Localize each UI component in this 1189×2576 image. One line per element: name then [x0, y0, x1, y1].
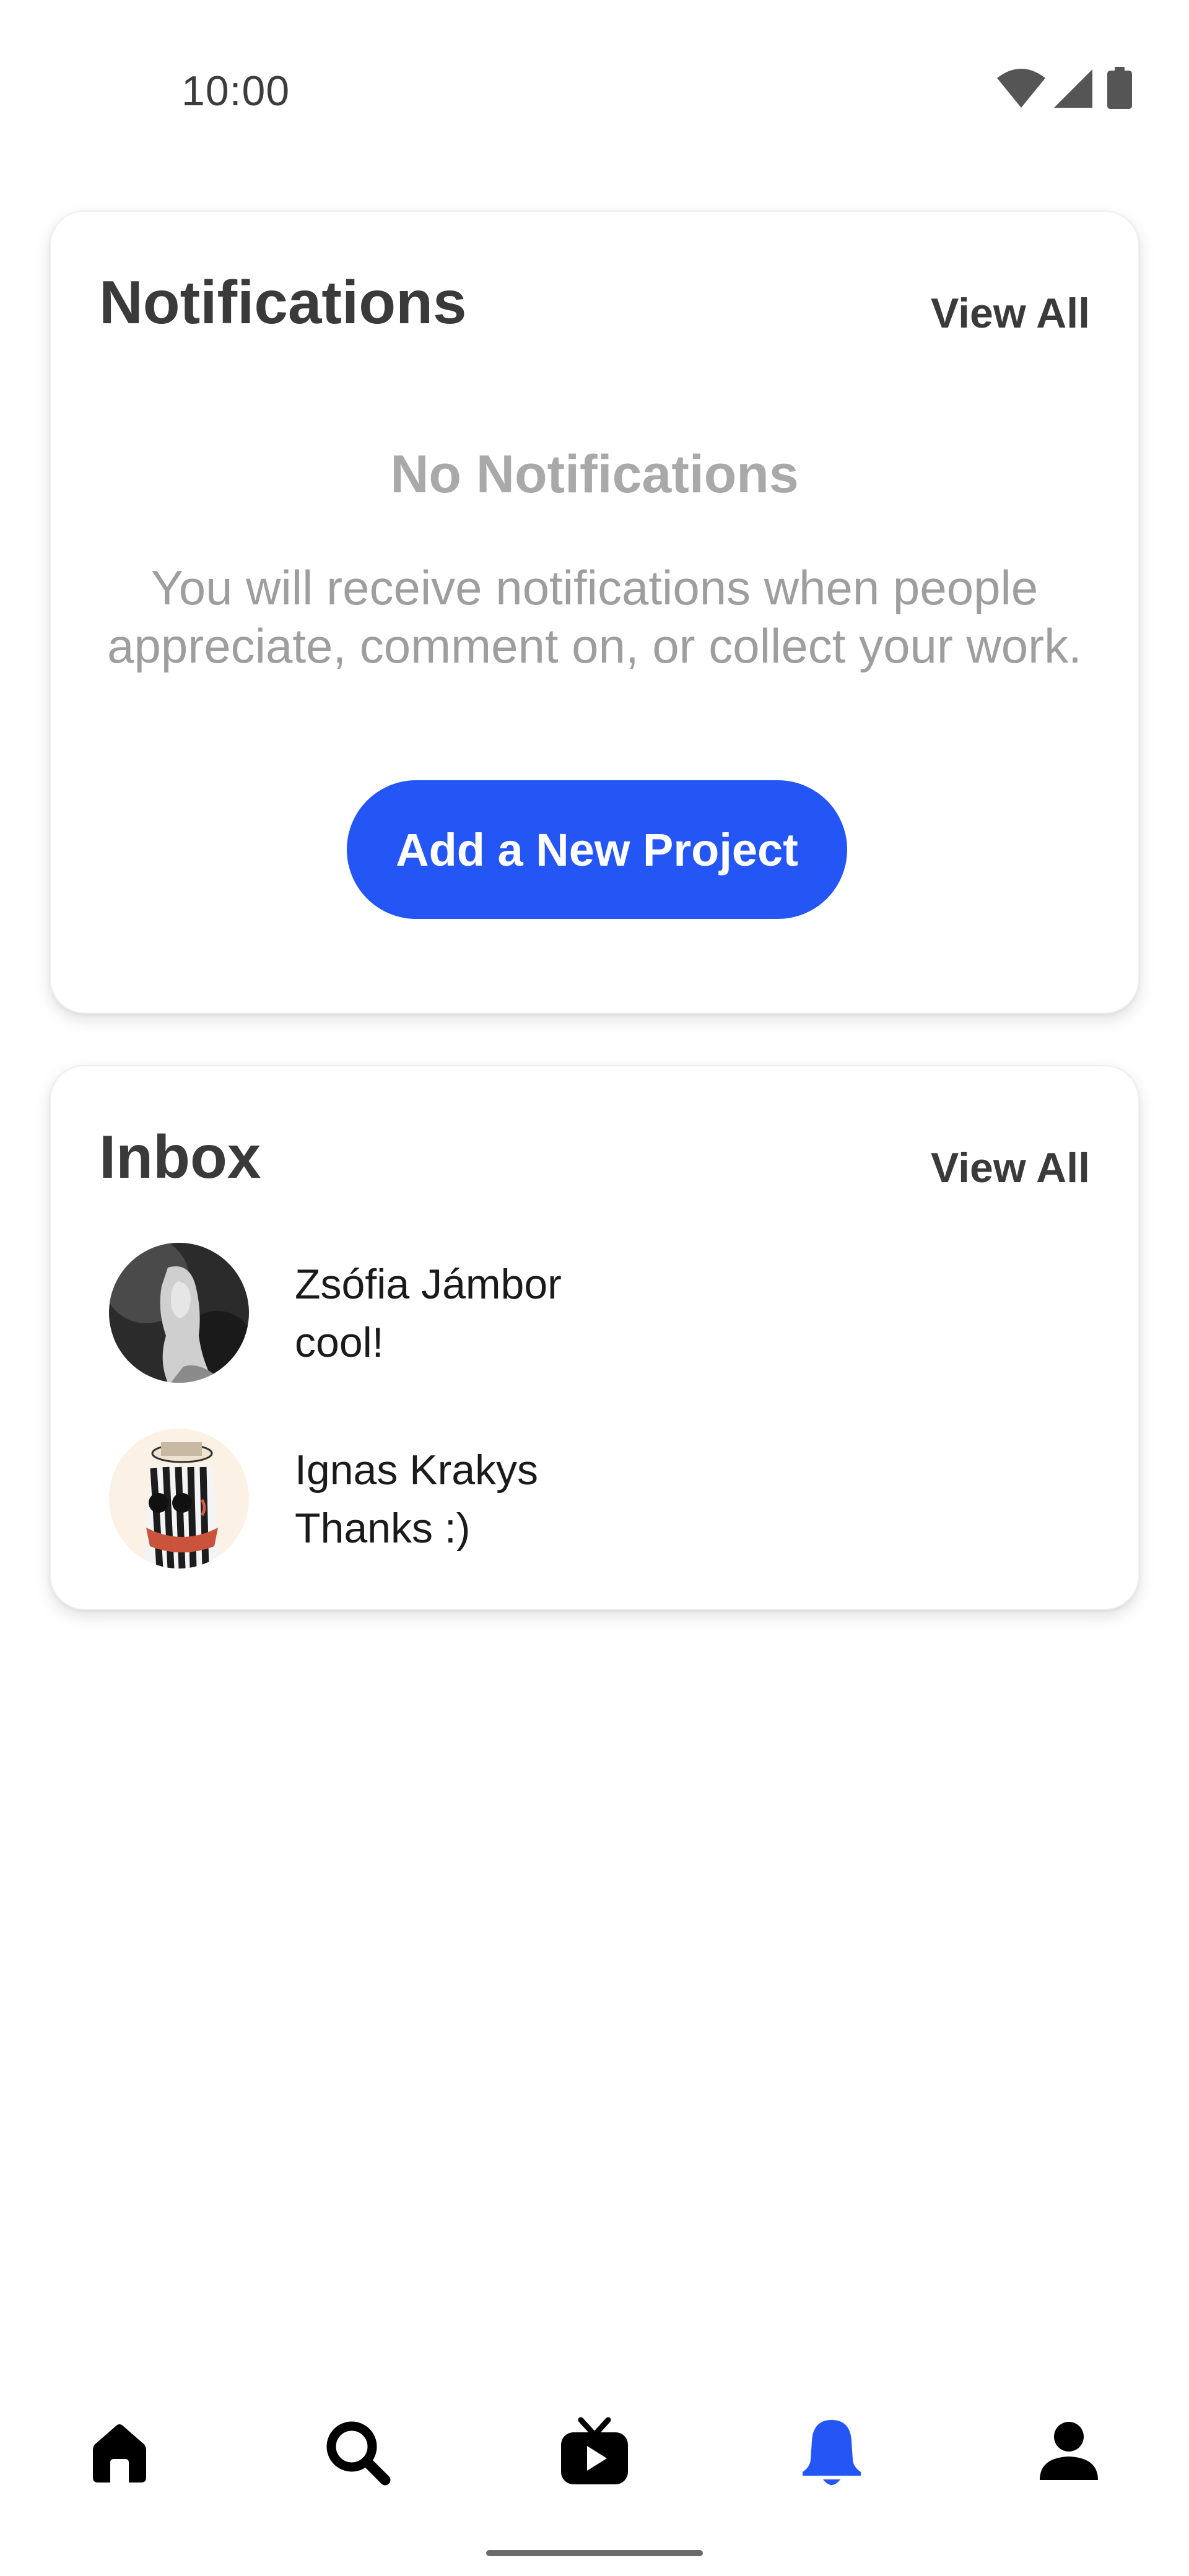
battery-icon [1107, 67, 1132, 109]
empty-state-title: No Notifications [390, 445, 799, 504]
message-sender-name: Zsófia Jámbor [295, 1261, 562, 1308]
status-time: 10:00 [181, 67, 290, 115]
nav-profile[interactable] [1013, 2396, 1125, 2508]
message-preview: cool! [295, 1319, 384, 1366]
avatar [109, 1243, 249, 1383]
notifications-title: Notifications [99, 268, 467, 336]
bell-icon [803, 2420, 861, 2485]
status-bar: 10:00 [0, 0, 1189, 161]
nav-search[interactable] [302, 2396, 413, 2508]
nav-notifications[interactable] [776, 2396, 887, 2508]
inbox-view-all-link[interactable]: View All [931, 1144, 1090, 1192]
message-sender-name: Ignas Krakys [295, 1447, 539, 1494]
video-tv-icon [561, 2417, 628, 2484]
inbox-message-row[interactable]: Ignas Krakys Thanks :) [51, 1429, 1138, 1571]
cellular-signal-icon [1054, 69, 1092, 108]
nav-home[interactable] [64, 2396, 175, 2508]
empty-state-description: You will receive notifications when peop… [107, 560, 1082, 673]
notifications-view-all-link[interactable]: View All [931, 289, 1090, 337]
add-new-project-button[interactable]: Add a New Project [347, 780, 847, 919]
nav-video[interactable] [539, 2396, 650, 2508]
inbox-card: Inbox View All Zsófia Jámbor cool! Ignas… [50, 1065, 1139, 1610]
search-icon [326, 2421, 391, 2486]
avatar [109, 1429, 249, 1569]
gesture-navigation-bar[interactable] [486, 2550, 703, 2556]
inbox-message-row[interactable]: Zsófia Jámbor cool! [51, 1243, 1138, 1385]
bottom-navigation-bar [0, 2396, 1189, 2508]
profile-icon [1040, 2422, 1098, 2480]
message-preview: Thanks :) [295, 1505, 471, 1552]
notifications-card: Notifications View All No Notifications … [50, 211, 1139, 1014]
inbox-title: Inbox [99, 1123, 261, 1191]
home-icon [93, 2424, 146, 2482]
wifi-icon [997, 69, 1045, 108]
